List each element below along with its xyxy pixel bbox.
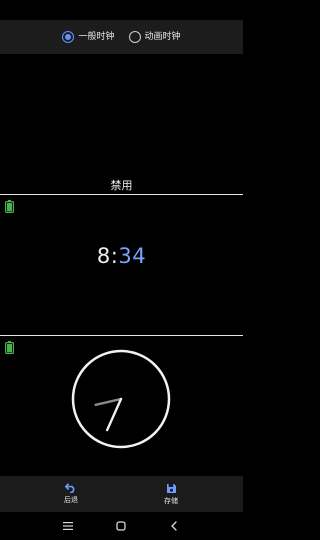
status-strip <box>0 0 243 20</box>
action-bar: 后退 存储 <box>0 476 243 512</box>
floppy-disk-icon <box>166 483 176 493</box>
radio-checked-icon <box>62 31 75 43</box>
clock-option-disabled[interactable]: 禁用 <box>0 54 243 194</box>
nav-back-button[interactable] <box>166 518 182 534</box>
back-button-label: 后退 <box>64 496 78 504</box>
radio-animated-clock-label: 动画时钟 <box>144 31 181 42</box>
clock-option-analog[interactable] <box>0 336 243 476</box>
battery-icon <box>5 341 14 354</box>
battery-icon <box>5 200 14 213</box>
save-button[interactable]: 存储 <box>141 476 201 512</box>
menu-button[interactable] <box>60 518 76 534</box>
menu-icon <box>63 522 73 530</box>
home-button[interactable] <box>113 518 129 534</box>
clock-option-digital[interactable]: 8:34 <box>0 195 243 335</box>
home-icon <box>116 521 126 531</box>
radio-unchecked-icon <box>128 31 141 43</box>
system-navigation-bar <box>0 512 243 540</box>
chevron-left-icon <box>171 521 177 531</box>
digital-clock-preview: 8:34 <box>0 244 243 268</box>
save-button-label: 存储 <box>164 496 178 505</box>
back-button[interactable]: 后退 <box>41 476 101 512</box>
clock-mode-selector: 一般时钟 动画时钟 <box>0 20 243 54</box>
digital-hour: 8 <box>96 244 111 268</box>
disabled-label: 禁用 <box>110 179 133 192</box>
radio-normal-clock[interactable]: 一般时钟 <box>62 31 115 43</box>
radio-animated-clock[interactable]: 动画时钟 <box>128 31 181 43</box>
radio-normal-clock-label: 一般时钟 <box>78 31 115 42</box>
undo-icon <box>65 483 75 493</box>
minute-hand <box>105 397 123 432</box>
digital-minute: 34 <box>118 244 147 268</box>
hour-hand <box>94 397 123 407</box>
analog-clock-preview <box>71 349 171 449</box>
